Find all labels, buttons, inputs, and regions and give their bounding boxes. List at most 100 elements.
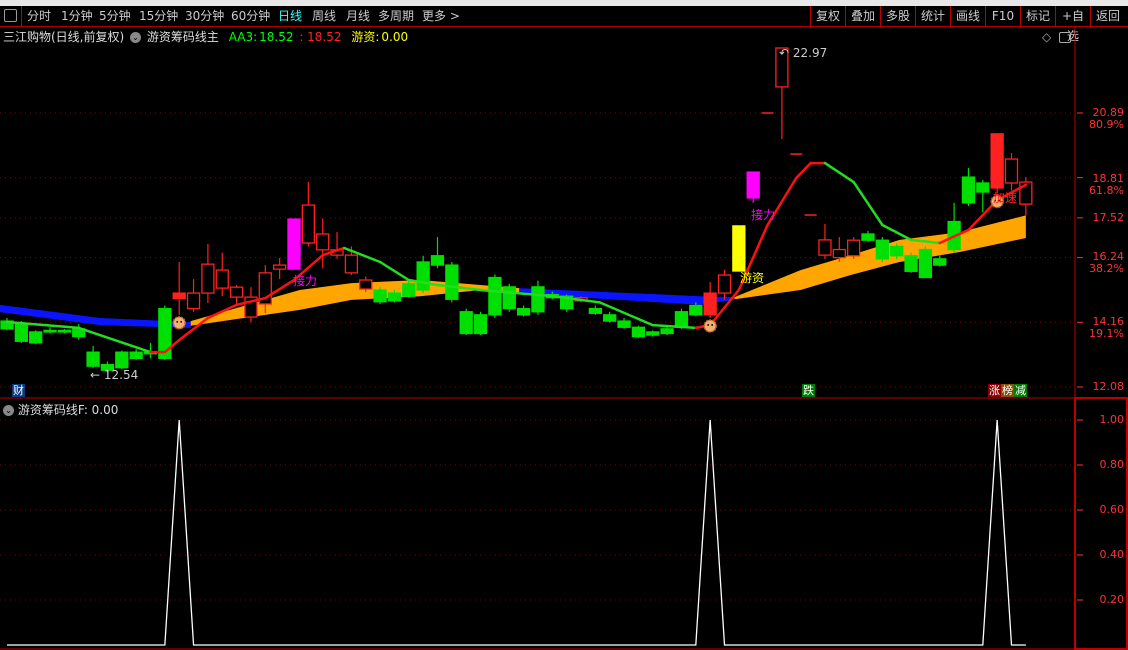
candle-body <box>1004 158 1019 184</box>
price-value: 17.52 <box>1092 211 1125 224</box>
candle-body <box>904 255 918 272</box>
candle-body <box>186 292 201 310</box>
candle-body <box>488 276 502 316</box>
candle-body <box>990 133 1004 189</box>
candle-body <box>301 204 316 244</box>
candle-body <box>201 263 215 294</box>
chip-line-segment <box>795 161 812 180</box>
list-tag[interactable]: 榜 <box>1001 384 1014 397</box>
candle-body <box>115 351 129 369</box>
finance-tag[interactable]: 财 <box>12 384 25 397</box>
candle-body <box>646 331 660 336</box>
price-percent: 61.8% <box>1089 184 1124 197</box>
candle-body <box>215 269 229 289</box>
sun-signal-icon <box>703 319 717 333</box>
candle-body <box>531 286 545 313</box>
price-percent: 80.9% <box>1089 118 1124 131</box>
sub-axis-label: 0.80 <box>1099 458 1125 471</box>
candle-body <box>43 329 57 333</box>
chip-line-segment <box>823 161 855 184</box>
candle-body <box>961 176 976 204</box>
sub-indicator-header: ⌄ 游资筹码线F: 0.00 <box>3 401 118 418</box>
candle-body <box>631 326 646 338</box>
candle-body <box>129 351 143 360</box>
chip-line-segment <box>378 260 411 282</box>
candle-body <box>832 248 846 259</box>
candle-body <box>287 218 301 270</box>
sub-axis-label: 0.40 <box>1099 548 1125 561</box>
candle-body <box>502 286 516 310</box>
candle-body <box>316 233 330 251</box>
candle-body <box>976 182 990 193</box>
candle-body <box>416 261 430 291</box>
candle-body <box>847 239 861 257</box>
price-axis-label: 20.89 80.9% <box>1089 107 1124 131</box>
candle-body <box>918 248 933 279</box>
youzi-label: 游资 <box>740 271 765 285</box>
rise-tag[interactable]: 涨 <box>988 384 1001 397</box>
chevron-down-icon[interactable]: ⌄ <box>3 405 14 416</box>
candle-body <box>818 239 832 256</box>
sub-axis-label: 0.60 <box>1099 503 1125 516</box>
candle-body <box>402 283 416 297</box>
candle-body <box>387 292 402 302</box>
candle-body <box>516 307 531 316</box>
sun-signal-icon <box>172 316 186 330</box>
chip-line-segment <box>881 223 913 242</box>
sun-eye <box>176 320 179 323</box>
candle-body <box>875 239 889 260</box>
chip-line-segment <box>77 326 152 354</box>
sub-axis-label: 1.00 <box>1099 413 1125 426</box>
candle-body <box>229 286 244 298</box>
candle-body <box>717 274 732 294</box>
candle-body <box>459 311 473 335</box>
candle-body <box>732 225 746 272</box>
candle-body <box>445 264 459 300</box>
candle-body <box>272 264 287 270</box>
drop-tag[interactable]: 跌 <box>802 384 815 397</box>
candle-body <box>703 292 717 316</box>
high-price-value: 22.97 <box>792 46 828 60</box>
candle-body <box>746 171 760 199</box>
candle-body <box>689 304 703 316</box>
sub-axis-label: 0.20 <box>1099 593 1125 606</box>
high-price-label: ↶ 22.97 <box>779 46 828 60</box>
candle-body <box>617 320 631 328</box>
sub-indicator-value: : 0.00 <box>83 403 119 417</box>
candle-body <box>430 255 445 266</box>
sub-indicator-name[interactable]: 游资筹码线F <box>18 403 84 417</box>
price-axis-label: 16.24 38.2% <box>1089 251 1124 275</box>
jieli-label-2: 接力 <box>751 208 776 222</box>
jiasu-label: 加速 <box>993 191 1018 205</box>
price-axis-label: 17.52 <box>1093 212 1125 224</box>
candle-body <box>473 314 488 335</box>
candle-body <box>172 292 186 300</box>
candle-body <box>861 233 875 241</box>
candle-body <box>359 279 373 290</box>
price-axis-label: 14.16 19.1% <box>1089 316 1124 340</box>
price-axis-label: 18.81 61.8% <box>1089 173 1124 197</box>
candle-body <box>344 254 359 274</box>
sun-eye <box>707 324 710 326</box>
candle-body <box>29 331 43 344</box>
candle-body <box>933 258 947 266</box>
sub-indicator-line <box>7 419 1026 646</box>
candle-body <box>674 311 689 328</box>
kline-chart[interactable] <box>0 0 1128 650</box>
sub-axis-frame <box>1074 397 1128 650</box>
reduce-tag[interactable]: 减 <box>1014 384 1027 397</box>
jieli-label-1: 接力 <box>293 274 318 288</box>
candle-body <box>14 323 29 342</box>
price-value: 12.08 <box>1092 380 1125 393</box>
candle-body <box>603 314 617 322</box>
candle-body <box>57 329 72 333</box>
candle-body <box>660 328 674 335</box>
sun-eye <box>711 324 714 326</box>
chip-line-segment <box>852 180 884 227</box>
chip-line-segment <box>651 323 698 330</box>
candle-body <box>890 245 904 257</box>
price-percent: 19.1% <box>1089 327 1124 340</box>
candle-body <box>373 289 387 303</box>
price-percent: 38.2% <box>1089 262 1124 275</box>
candle-body <box>86 351 100 367</box>
